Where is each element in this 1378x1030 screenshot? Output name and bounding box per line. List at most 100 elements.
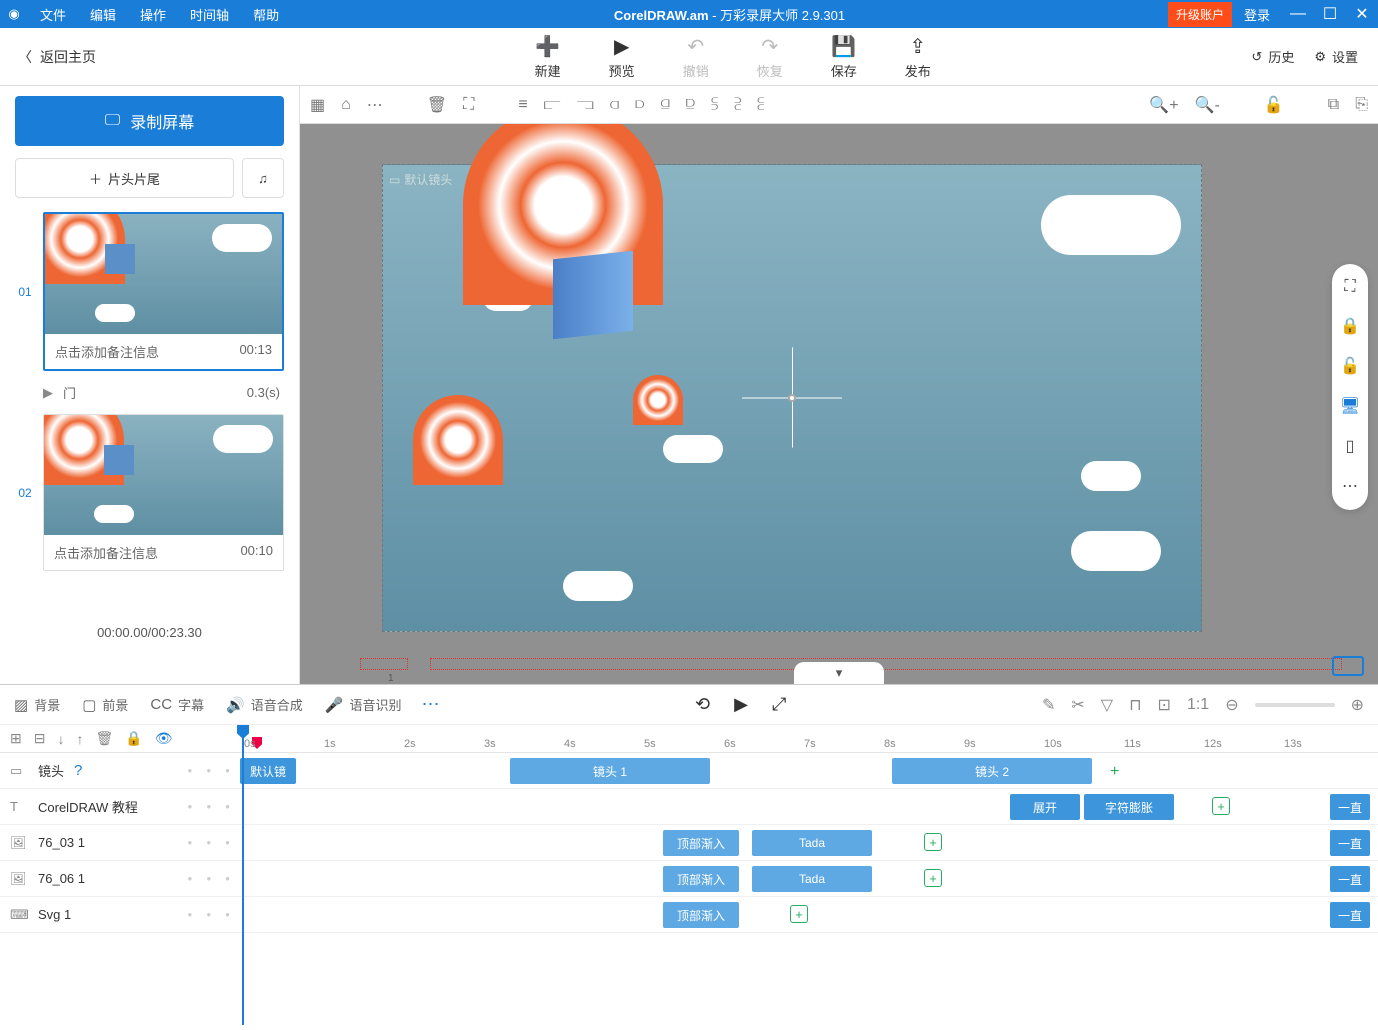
settings-button[interactable]: ⚙ 设置 [1314,47,1358,66]
toolbar-预览[interactable]: ▶预览 [609,34,635,80]
playhead[interactable] [242,725,244,1025]
clip-note[interactable]: 点击添加备注信息 [54,543,158,562]
always-segment[interactable]: 一直 [1330,830,1370,856]
tl-tab-前景[interactable]: ▢前景 [82,695,128,714]
track-head[interactable]: ▭ 镜头 ?●●● [0,761,240,780]
segment[interactable]: 顶部渐入 [663,902,739,928]
spacing-h-icon[interactable]: ⫔ [734,96,741,114]
zoom-out-tl-icon[interactable]: ⊖ [1225,695,1238,715]
focus-icon[interactable]: ⛶ [463,96,474,114]
align-center-v-icon[interactable]: ⫍ [544,96,561,114]
move-down-icon[interactable]: ↓ [57,731,64,747]
more-tools-icon[interactable]: ⋯ [1342,476,1358,496]
delete-track-icon[interactable]: 🗑 [95,730,113,747]
crop-icon[interactable]: ▦ [310,95,325,115]
music-button[interactable]: ♫ [242,158,284,198]
minimize-button[interactable]: — [1282,5,1314,23]
align-bottom-icon[interactable]: ⫑ [660,96,669,114]
always-segment[interactable]: 一直 [1330,866,1370,892]
upgrade-button[interactable]: 升级账户 [1168,2,1232,27]
copy-icon[interactable]: ⧉ [1328,96,1339,114]
login-button[interactable]: 登录 [1232,5,1282,24]
clip-item[interactable]: 01 点击添加备注信息 00:13 [15,212,284,371]
zoom-in-tl-icon[interactable]: ⊕ [1351,695,1364,715]
segment[interactable]: 镜头 2 [892,758,1092,784]
track-head[interactable]: T CorelDRAW 教程 ●●● [0,797,240,816]
help-icon[interactable]: ? [74,762,82,779]
stage[interactable]: ▭ 默认镜头 1 ⛶ 🔒 � [300,124,1378,684]
fit-icon[interactable]: ⊡ [1158,695,1171,715]
intro-outro-button[interactable]: ＋ 片头片尾 [15,158,234,198]
add-segment-icon[interactable]: + [790,905,808,923]
tl-tab-语音识别[interactable]: 🎤语音识别 [325,695,402,714]
align-right-icon[interactable]: ⫎ [577,96,594,114]
clip-card[interactable]: 点击添加备注信息 00:13 [43,212,284,371]
menu-file[interactable]: 文件 [28,5,78,24]
zoom-in-icon[interactable]: 🔍+ [1149,95,1178,115]
clip-item[interactable]: 02 点击添加备注信息 00:10 [15,414,284,571]
track-body[interactable]: 顶部渐入Tada+一直 [240,825,1378,860]
segment[interactable]: 顶部渐入 [663,866,739,892]
track-head[interactable]: 🖼 76_06 1 ●●● [0,871,240,887]
maximize-button[interactable]: ☐ [1314,4,1346,24]
menu-help[interactable]: 帮助 [241,5,291,24]
always-segment[interactable]: 一直 [1330,794,1370,820]
canvas-frame[interactable]: ▭ 默认镜头 [382,164,1202,632]
play-button[interactable]: ▶ [734,694,748,715]
track-body[interactable]: 顶部渐入 Tada + 一直 [240,861,1378,896]
delete-icon[interactable]: 🗑 [427,95,447,115]
add-segment-icon[interactable]: + [924,869,942,887]
add-track-icon[interactable]: ⊞ [10,730,22,747]
add-segment-icon[interactable]: + [1110,763,1119,781]
visibility-icon[interactable]: 👁 [155,730,173,747]
tl-tab-语音合成[interactable]: 🔊语音合成 [226,695,303,714]
menu-action[interactable]: 操作 [128,5,178,24]
device-icon[interactable]: ▯ [1346,436,1355,456]
clip-card[interactable]: 点击添加备注信息 00:10 [43,414,284,571]
fullscreen-icon[interactable]: ⛶ [1344,278,1355,296]
spacing-v-icon[interactable]: ⫕ [757,96,764,114]
toolbar-发布[interactable]: ⇪发布 [905,34,931,80]
segment[interactable]: 展开 [1010,794,1080,820]
folder-add-icon[interactable]: ⊟ [34,730,46,747]
transition-row[interactable]: ▶ 门 0.3(s) [15,377,284,414]
toolbar-保存[interactable]: 💾保存 [831,34,857,80]
menu-edit[interactable]: 编辑 [78,5,128,24]
cut-icon[interactable]: ✂ [1071,695,1084,715]
segment[interactable]: 字符膨胀 [1084,794,1174,820]
clip-note[interactable]: 点击添加备注信息 [55,342,159,361]
track-body[interactable]: 顶部渐入 + 一直 [240,897,1378,932]
record-screen-button[interactable]: 🖵 录制屏幕 [15,96,284,146]
tl-tab-字幕[interactable]: CC字幕 [150,695,204,714]
lock-track-icon[interactable]: 🔒 [125,730,142,747]
unlock2-icon[interactable]: 🔓 [1340,356,1360,376]
segment[interactable]: 默认镜 [240,758,296,784]
edit-icon[interactable]: ✎ [1042,695,1055,715]
menu-timeline[interactable]: 时间轴 [178,5,241,24]
segment[interactable]: Tada [752,866,872,892]
tl-tab-背景[interactable]: ▨背景 [14,695,60,714]
toolbar-新建[interactable]: ➕新建 [535,34,561,80]
close-button[interactable]: ✕ [1346,4,1378,24]
history-button[interactable]: ↺ 历史 [1251,47,1294,66]
fullscreen-play-icon[interactable]: ⤢ [772,694,786,715]
rewind-button[interactable]: ⟲ [695,694,710,715]
scale-icon[interactable]: 1:1 [1187,696,1209,714]
zoom-out-icon[interactable]: 🔍- [1195,95,1220,115]
more-tab-icon[interactable]: ⋯ [422,694,440,715]
add-segment-icon[interactable]: + [924,833,942,851]
lock-icon[interactable]: 🔒 [1340,316,1360,336]
distribute-v-icon[interactable]: ⫓ [711,96,718,114]
align-middle-icon[interactable]: ⫐ [635,96,644,114]
home-icon[interactable]: ⌂ [341,96,351,114]
track-head[interactable]: 🖼 76_03 1 ●●● [0,835,240,851]
segment[interactable]: Tada [752,830,872,856]
move-up-icon[interactable]: ↑ [76,731,83,747]
magnet-icon[interactable]: ⊓ [1129,695,1141,715]
more-icon[interactable]: ⋯ [367,95,383,115]
distribute-h-icon[interactable]: ⫒ [686,96,695,114]
always-segment[interactable]: 一直 [1330,902,1370,928]
monitor-icon[interactable]: 🖥 [1340,396,1360,416]
filter-icon[interactable]: ▽ [1101,695,1113,715]
timeline-ruler[interactable]: 0s1s2s3s4s5s6s7s8s9s10s11s12s13s [240,725,1378,752]
